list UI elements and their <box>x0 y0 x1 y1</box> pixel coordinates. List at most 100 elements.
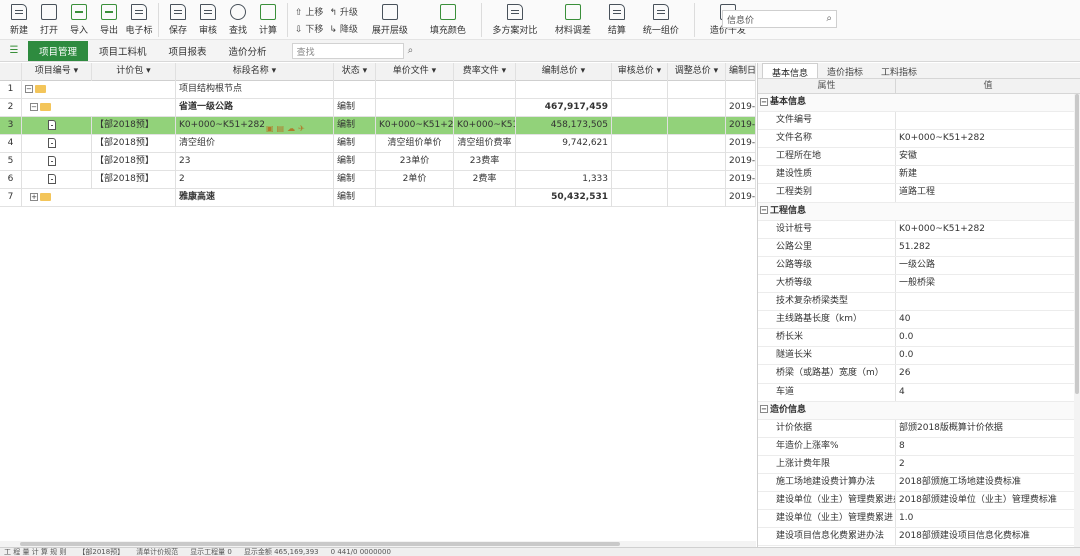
e-bid-button[interactable]: 电子标 <box>124 0 154 40</box>
expand-icon[interactable]: + <box>30 192 38 201</box>
col-header-adjusted[interactable]: 调整总价 ▾ <box>668 63 726 81</box>
property-value[interactable]: 8 <box>896 438 1080 455</box>
col-header-rate-file[interactable]: 费率文件 ▾ <box>454 63 516 81</box>
tree-cell[interactable] <box>22 135 92 153</box>
tree-cell[interactable] <box>22 171 92 189</box>
tab-project-reports[interactable]: 项目报表 <box>158 41 218 61</box>
table-row-selected[interactable]: 3 【部2018预】 K0+000~K51+282 ▣▤☁✈ 编制 K0+000~… <box>0 117 756 135</box>
property-value[interactable]: 1.0 <box>896 510 1080 527</box>
row-action-icons[interactable]: ▣▤☁✈ <box>266 120 308 135</box>
property-row[interactable]: 建设单位（业主）管理费累进办法2018部颁建设单位（业主）管理费标准 <box>758 492 1080 511</box>
move-up-button[interactable]: ⇧ 上移 <box>295 5 323 18</box>
scrollbar-thumb[interactable] <box>1075 94 1079 394</box>
table-row[interactable]: 2 − 省道一级公路 编制 467,917,459 2019- <box>0 99 756 117</box>
property-value[interactable]: K0+000~K51+282 <box>896 221 1080 238</box>
col-header-review[interactable]: 审核总价 ▾ <box>612 63 668 81</box>
property-value[interactable]: 2018部颁施工场地建设费标准 <box>896 474 1080 491</box>
table-row[interactable]: 5 【部2018预】 23 编制 23单价 23费率 2019- <box>0 153 756 171</box>
col-header-date[interactable]: 编制日 <box>726 63 756 81</box>
tab-project-management[interactable]: 项目管理 <box>28 40 89 61</box>
property-value[interactable]: 2018部颁建设项目信息化费标准 <box>896 528 1080 545</box>
col-header-total[interactable]: 编制总价 ▾ <box>516 63 612 81</box>
property-row[interactable]: 隧道长米 0.0 <box>758 347 1080 366</box>
name-cell[interactable]: 项目结构根节点 <box>176 81 334 99</box>
calculate-button[interactable]: 计算 <box>253 0 283 40</box>
property-value[interactable]: 40 <box>896 311 1080 328</box>
section-project-info[interactable]: − 工程信息 <box>758 202 1080 221</box>
table-row[interactable]: 1 − 项目结构根节点 <box>0 81 756 99</box>
vertical-scrollbar[interactable] <box>1074 94 1080 547</box>
tree-cell[interactable]: + <box>22 189 92 207</box>
review-button[interactable]: 审核 <box>193 0 223 40</box>
property-value[interactable]: 0.0 <box>896 329 1080 346</box>
save-button[interactable]: 保存 <box>163 0 193 40</box>
property-value[interactable]: 2 <box>896 456 1080 473</box>
scrollbar-thumb[interactable] <box>20 542 620 546</box>
property-row[interactable]: 技术复杂桥梁类型 <box>758 293 1080 312</box>
name-cell[interactable]: 雅康高速 <box>176 189 334 207</box>
fill-color-button[interactable]: 填充颜色 <box>419 0 477 40</box>
property-row[interactable]: 文件编号 <box>758 112 1080 131</box>
property-value[interactable]: K0+000~K51+282 <box>896 130 1080 147</box>
tab-cost-analysis[interactable]: 造价分析 <box>218 41 278 61</box>
property-value[interactable]: 2018部颁建设单位（业主）管理费标准 <box>896 492 1080 509</box>
col-header-name[interactable]: 标段名称 ▾ <box>176 63 334 81</box>
price-info-search[interactable]: 信息价 ⌕ <box>722 10 837 28</box>
property-value[interactable]: 道路工程 <box>896 184 1080 201</box>
property-value[interactable] <box>896 293 1080 310</box>
collapse-icon[interactable]: − <box>760 206 768 215</box>
table-row[interactable]: 4 【部2018预】 清空组价 编制 清空组价单价 清空组价费率 9,742,6… <box>0 135 756 153</box>
expand-levels-button[interactable]: 展开层级 <box>361 0 419 40</box>
col-header-status[interactable]: 状态 ▾ <box>334 63 376 81</box>
property-row[interactable]: 建设项目信息化费累进办法 2018部颁建设项目信息化费标准 <box>758 528 1080 547</box>
tab-project-materials[interactable]: 项目工料机 <box>88 41 158 61</box>
section-cost-info[interactable]: − 造价信息 <box>758 401 1080 420</box>
property-row[interactable]: 车道 4 <box>758 383 1080 402</box>
property-row[interactable]: 计价依据 部颁2018版概算计价依据 <box>758 419 1080 438</box>
col-header-package[interactable]: 计价包 ▾ <box>92 63 176 81</box>
property-value[interactable]: 部颁2018版概算计价依据 <box>896 420 1080 437</box>
name-cell[interactable]: 省道一级公路 <box>176 99 334 117</box>
collapse-icon[interactable]: − <box>760 97 768 106</box>
property-row[interactable]: 建设单位（业主）管理费累进 1.0 <box>758 510 1080 529</box>
property-value[interactable]: 安徽 <box>896 148 1080 165</box>
tab-material-index[interactable]: 工料指标 <box>872 63 926 78</box>
tab-cost-index[interactable]: 造价指标 <box>818 63 872 78</box>
property-row[interactable]: 公路公里 51.282 <box>758 238 1080 257</box>
property-row[interactable]: 上涨计费年限 2 <box>758 455 1080 474</box>
property-row[interactable]: 公路等级 一级公路 <box>758 256 1080 275</box>
unify-price-button[interactable]: 统一组价 <box>632 0 690 40</box>
property-row[interactable]: 工程所在地 安徽 <box>758 148 1080 167</box>
property-row[interactable]: 主线路基长度（km） 40 <box>758 311 1080 330</box>
tree-cell[interactable]: − <box>22 99 92 117</box>
property-row[interactable]: 文件名称 K0+000~K51+282 <box>758 130 1080 149</box>
property-value[interactable]: 26 <box>896 365 1080 382</box>
menu-icon[interactable]: ☰ <box>0 45 28 56</box>
tab-basic-info[interactable]: 基本信息 <box>762 63 819 79</box>
table-row[interactable]: 7 + 雅康高速 编制 50,432,531 2019- <box>0 189 756 207</box>
property-value[interactable]: 一般桥梁 <box>896 275 1080 292</box>
find-button[interactable]: 查找 <box>223 0 253 40</box>
search-icon[interactable]: ⌕ <box>826 13 832 24</box>
name-cell[interactable]: K0+000~K51+282 ▣▤☁✈ <box>176 117 334 135</box>
property-row[interactable]: 施工场地建设费计算办法 2018部颁施工场地建设费标准 <box>758 473 1080 493</box>
property-value[interactable]: 0.0 <box>896 347 1080 364</box>
col-header-code[interactable]: 项目编号 ▾ <box>22 63 92 81</box>
tree-cell[interactable]: − <box>22 81 92 99</box>
compare-button[interactable]: 多方案对比 <box>486 0 544 40</box>
move-down-button[interactable]: ⇩ 下移 <box>295 22 323 35</box>
property-row[interactable]: 年造价上涨率% 8 <box>758 437 1080 456</box>
table-row[interactable]: 6 【部2018预】 2 编制 2单价 2费率 1,333 2019- <box>0 171 756 189</box>
property-row[interactable]: 大桥等级 一般桥梁 <box>758 274 1080 294</box>
property-value[interactable] <box>896 112 1080 129</box>
open-button[interactable]: 打开 <box>34 0 64 40</box>
upgrade-button[interactable]: ↰ 升级 <box>329 5 357 18</box>
property-row[interactable]: 桥梁（或路基）宽度（m） 26 <box>758 365 1080 384</box>
search-icon[interactable]: ⌕ <box>408 45 414 56</box>
name-cell[interactable]: 23 <box>176 153 334 171</box>
name-cell[interactable]: 清空组价 <box>176 135 334 153</box>
collapse-icon[interactable]: − <box>30 102 38 111</box>
name-cell[interactable]: 2 <box>176 171 334 189</box>
grid-search-input[interactable]: 查找 <box>291 42 404 59</box>
property-row[interactable]: 桥长米 0.0 <box>758 329 1080 348</box>
